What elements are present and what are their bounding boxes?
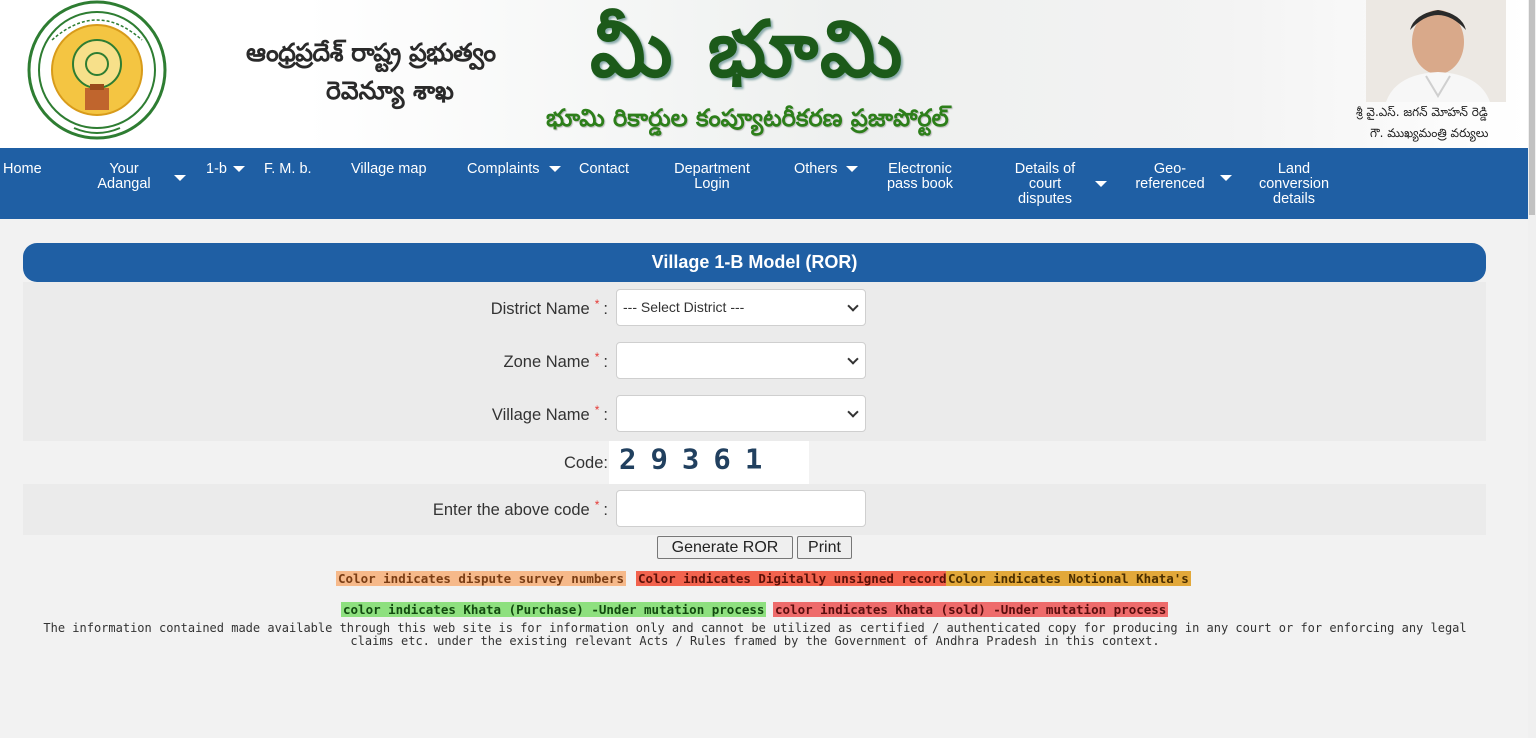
caret-down-icon [846, 166, 858, 172]
village-label: Village Name *: [491, 403, 608, 425]
caret-down-icon [174, 175, 186, 181]
enter-code-row: Enter the above code *: [23, 484, 1486, 535]
nav-complaints[interactable]: Complaints [467, 162, 540, 177]
nav-your-adangal[interactable]: Your Adangal [96, 162, 152, 192]
captcha-image: 29361 [609, 441, 809, 484]
nav-others-label: Others [794, 161, 838, 177]
state-government-text: ఆంధ్రప్రదేశ్ రాష్ట్ర ప్రభుత్వం [246, 38, 496, 67]
chief-minister-photo [1366, 0, 1506, 102]
district-select-value: --- Select District --- [623, 299, 745, 315]
nav-home-label: Home [3, 161, 42, 177]
print-button[interactable]: Print [797, 536, 852, 559]
nav-1b[interactable]: 1-b [206, 162, 227, 177]
nav-court-disputes-label: Details of court disputes [1014, 161, 1076, 207]
nav-complaints-label: Complaints [467, 161, 540, 177]
site-title: మీ భూమి [590, 4, 907, 95]
nav-fmb[interactable]: F. M. b. [264, 162, 312, 177]
revenue-department-text: రెవెన్యూ శాఖ [326, 76, 454, 105]
caret-down-icon [1220, 175, 1232, 181]
caret-down-icon [549, 166, 561, 172]
chevron-down-icon [847, 406, 859, 418]
captcha-row: Code: 29361 [23, 441, 1486, 484]
required-mark: * [594, 403, 600, 417]
district-label-text: District Name [490, 300, 590, 318]
legend-unsigned-records: Color indicates Digitally unsigned recor… [636, 571, 957, 586]
nav-court-disputes[interactable]: Details of court disputes [1008, 162, 1082, 207]
district-row: District Name *: --- Select District --- [23, 282, 1486, 335]
nav-your-adangal-label: Your Adangal [97, 161, 151, 192]
label-colon: : [603, 406, 608, 424]
site-subtitle: భూమి రికార్డుల కంప్యూటరీకరణ ప్రజాపోర్టల్ [546, 104, 949, 132]
nav-1b-label: 1-b [206, 161, 227, 177]
nav-land-conversion[interactable]: Land conversion details [1254, 162, 1334, 207]
legend-dispute-survey: Color indicates dispute survey numbers [336, 571, 626, 586]
label-colon: : [603, 300, 608, 318]
main-navigation: Home Your Adangal 1-b F. M. b. Village m… [0, 148, 1528, 219]
site-header: ఆంధ్రప్రదేశ్ రాష్ట్ర ప్రభుత్వం రెవెన్యూ … [0, 0, 1528, 148]
scrollbar-thumb[interactable] [1529, 0, 1535, 215]
nav-home[interactable]: Home [3, 162, 42, 177]
enter-code-label-text: Enter the above code [432, 501, 590, 519]
village-select[interactable] [616, 395, 866, 432]
disclaimer-text: The information contained made available… [43, 621, 1467, 648]
zone-row: Zone Name *: [23, 335, 1486, 388]
form-title: Village 1-B Model (ROR) [23, 243, 1486, 282]
nav-department-login[interactable]: Department Login [670, 162, 754, 192]
generate-ror-button[interactable]: Generate ROR [657, 536, 793, 559]
zone-label: Zone Name *: [503, 350, 608, 372]
chevron-down-icon [847, 353, 859, 365]
chief-minister-designation: గౌ. ముఖ్యమంత్రి వర్యులు [1370, 126, 1489, 140]
district-label: District Name *: [490, 297, 608, 319]
district-select[interactable]: --- Select District --- [616, 289, 866, 326]
page-scrollbar[interactable] [1528, 0, 1536, 738]
zone-label-text: Zone Name [503, 353, 590, 371]
label-colon: : [603, 353, 608, 371]
legend-notional-khata: Color indicates Notional Khata's [946, 571, 1191, 586]
nav-land-conversion-label: Land conversion details [1258, 161, 1330, 207]
label-colon: : [603, 501, 608, 519]
ap-government-emblem [22, 0, 172, 144]
chief-minister-name: శ్రీ వై.ఎస్. జగన్ మోహన్ రెడ్డి [1356, 105, 1488, 119]
nav-geo-referenced-label: Geo- referenced [1135, 161, 1205, 192]
nav-others[interactable]: Others [794, 162, 838, 177]
legend-khata-purchase: color indicates Khata (Purchase) -Under … [341, 602, 767, 617]
required-mark: * [594, 297, 600, 311]
nav-contact-label: Contact [579, 161, 629, 177]
nav-fmb-label: F. M. b. [264, 161, 312, 177]
captcha-text: 29361 [619, 442, 777, 476]
nav-electronic-pass-book-label: Electronic pass book [886, 161, 954, 192]
required-mark: * [594, 498, 600, 512]
ror-form-panel: Village 1-B Model (ROR) District Name *: … [23, 243, 1486, 535]
zone-select[interactable] [616, 342, 866, 379]
nav-geo-referenced[interactable]: Geo- referenced [1130, 162, 1210, 192]
nav-village-map-label: Village map [351, 161, 427, 177]
enter-code-label: Enter the above code *: [432, 498, 608, 520]
nav-electronic-pass-book[interactable]: Electronic pass book [880, 162, 960, 192]
village-label-text: Village Name [491, 406, 590, 424]
nav-department-login-label: Department Login [674, 161, 750, 192]
chevron-down-icon [847, 300, 859, 312]
captcha-input[interactable] [616, 490, 866, 527]
nav-contact[interactable]: Contact [579, 162, 629, 177]
caret-down-icon [233, 166, 245, 172]
caret-down-icon [1095, 181, 1107, 187]
village-row: Village Name *: [23, 388, 1486, 441]
required-mark: * [594, 350, 600, 364]
nav-village-map[interactable]: Village map [351, 162, 427, 177]
code-label: Code: [563, 454, 608, 472]
legend-khata-sold: color indicates Khata (sold) -Under muta… [773, 602, 1169, 617]
